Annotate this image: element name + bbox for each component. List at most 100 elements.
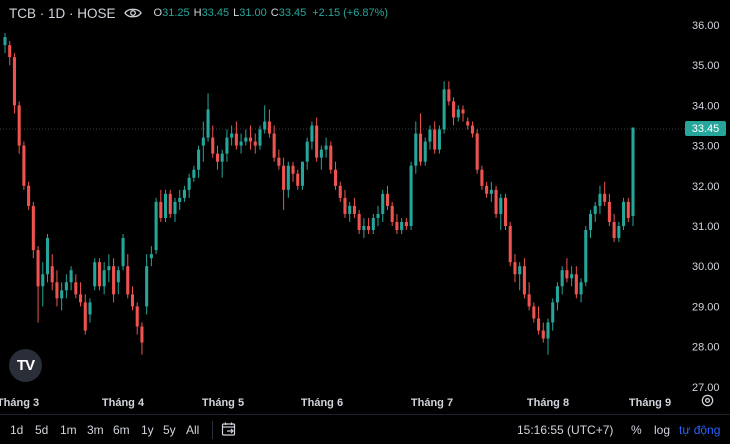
candle-body xyxy=(36,250,40,287)
time-tick-label: Tháng 4 xyxy=(102,397,145,409)
last-price-tag: 33.45 xyxy=(685,121,726,136)
candle-body xyxy=(428,129,432,142)
candle-body xyxy=(508,226,512,263)
candle-body xyxy=(357,213,361,231)
price-axis[interactable]: 36.00 35.00 34.00 33.00 32.00 31.00 30.00 29.00… xyxy=(692,20,720,394)
range-5d[interactable]: 5d xyxy=(35,423,48,437)
candle-body xyxy=(253,141,257,146)
candle-body xyxy=(442,89,446,130)
candle-body xyxy=(93,262,97,287)
settings-gear-icon[interactable] xyxy=(700,393,715,413)
candle-body xyxy=(286,165,290,190)
candle-body xyxy=(319,149,323,158)
candle-body xyxy=(598,193,602,206)
candle-body xyxy=(41,274,45,287)
range-3m[interactable]: 3m xyxy=(87,423,104,437)
range-1y[interactable]: 1y xyxy=(141,423,154,437)
log-toggle[interactable]: log xyxy=(654,423,670,437)
candle-body xyxy=(541,330,545,339)
price-tick-label: 33.00 xyxy=(692,141,720,153)
candle-body xyxy=(277,157,281,166)
candle-body xyxy=(97,262,101,287)
candle-body xyxy=(343,197,347,214)
candlestick-chart[interactable]: 36.00 35.00 34.00 33.00 32.00 31.00 30.00 29.00… xyxy=(0,0,730,443)
candle-body xyxy=(201,137,205,146)
time-tick-label: Tháng 7 xyxy=(411,397,453,409)
candle-body xyxy=(588,213,593,231)
candle-body xyxy=(494,189,498,214)
candle-body xyxy=(17,105,21,146)
percent-toggle[interactable]: % xyxy=(631,423,642,437)
time-tick-label: Tháng 8 xyxy=(527,397,569,409)
eye-icon[interactable] xyxy=(123,7,142,19)
candle-body xyxy=(83,302,87,331)
candle-body xyxy=(385,193,390,206)
candle-body xyxy=(64,282,68,291)
calendar-range-icon[interactable] xyxy=(221,421,237,440)
range-1m[interactable]: 1m xyxy=(60,423,77,437)
candle-body xyxy=(584,230,588,283)
time-tick-label: Tháng 6 xyxy=(301,397,343,409)
candle-body xyxy=(489,189,493,194)
candle-body xyxy=(414,133,418,166)
candle-body xyxy=(220,153,224,162)
candle-body xyxy=(518,266,522,275)
candle-body xyxy=(574,274,578,295)
candle-body xyxy=(22,145,26,186)
candle-body xyxy=(447,89,451,102)
candle-body xyxy=(140,326,144,343)
range-all[interactable]: All xyxy=(186,423,199,437)
candle-body xyxy=(603,193,607,202)
candle-body xyxy=(31,205,35,251)
candle-body xyxy=(461,109,465,114)
range-1d[interactable]: 1d xyxy=(10,423,23,437)
candle-body xyxy=(206,109,210,138)
candle-body xyxy=(310,125,314,142)
candle-body xyxy=(267,121,271,134)
price-tick-label: 34.00 xyxy=(692,100,720,112)
toolbar-divider xyxy=(212,421,213,439)
candle-body xyxy=(192,169,196,178)
candle-body xyxy=(230,133,234,138)
candle-body xyxy=(371,217,375,231)
candle-body xyxy=(159,201,163,218)
candle-body xyxy=(116,270,120,283)
candle-body xyxy=(154,201,158,251)
bottom-toolbar: 1d 5d 1m 3m 6m 1y 5y All 15:16:55 (UTC+7… xyxy=(0,414,730,444)
range-5y[interactable]: 5y xyxy=(163,423,176,437)
candle-body xyxy=(296,173,300,186)
range-6m[interactable]: 6m xyxy=(113,423,130,437)
candle-body xyxy=(593,205,597,214)
candle-body xyxy=(551,302,555,323)
tradingview-logo[interactable]: TV xyxy=(9,349,42,382)
price-tick-label: 28.00 xyxy=(692,342,720,354)
candle-body xyxy=(617,226,621,239)
candle-body xyxy=(234,133,238,146)
candle-body xyxy=(239,141,243,146)
candle-body xyxy=(197,149,201,170)
candle-body xyxy=(8,45,12,58)
auto-scale-toggle[interactable]: tự động xyxy=(679,423,720,437)
candle-body xyxy=(546,322,550,339)
candle-body xyxy=(475,133,479,170)
candle-body xyxy=(291,165,295,174)
candle-body xyxy=(215,153,220,162)
clock-readout[interactable]: 15:16:55 (UTC+7) xyxy=(517,423,613,437)
symbol-title[interactable]: TCB · 1D · HOSE xyxy=(9,6,116,21)
candle-body xyxy=(513,262,517,275)
time-axis[interactable]: Tháng 3 Tháng 4 Tháng 5 Tháng 6 Tháng 7 Tháng… xyxy=(0,397,671,409)
candle-body xyxy=(149,254,153,259)
candle-body xyxy=(248,137,253,142)
candle-body xyxy=(437,129,441,150)
candle-body xyxy=(60,290,64,299)
candle-body xyxy=(480,169,484,186)
candle-body xyxy=(612,221,616,239)
candle-body xyxy=(452,101,456,118)
candle-body xyxy=(470,125,474,134)
candle-body xyxy=(88,302,92,315)
price-tick-label: 32.00 xyxy=(692,181,720,193)
candle-body xyxy=(69,270,73,283)
candle-body xyxy=(135,306,139,327)
candle-body xyxy=(607,201,611,222)
candle-body xyxy=(282,165,286,190)
